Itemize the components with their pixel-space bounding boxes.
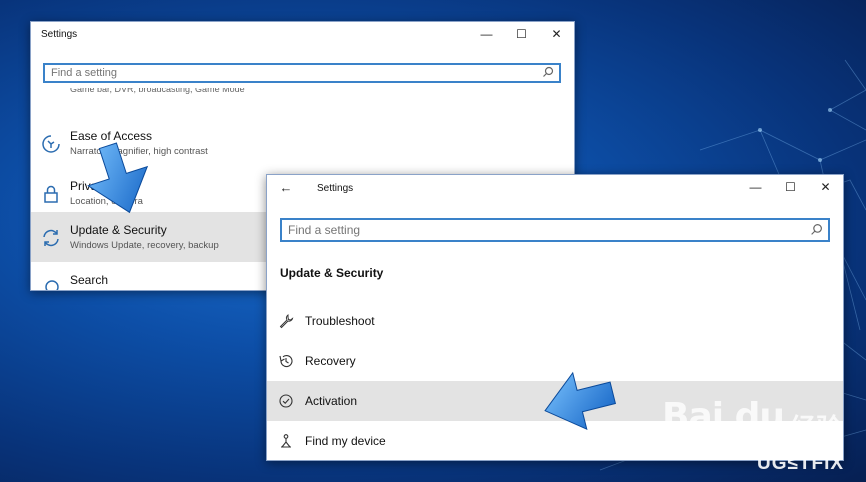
window-title: Settings	[41, 29, 78, 40]
item-label: Update & Security	[70, 223, 167, 237]
maximize-button[interactable]: ☐	[504, 22, 539, 46]
lock-icon	[44, 185, 58, 203]
arrow-down-icon	[87, 142, 149, 214]
check-circle-icon	[279, 394, 293, 408]
arrow-left-icon	[544, 371, 617, 431]
search-icon[interactable]	[810, 223, 823, 236]
ease-of-access-icon	[42, 135, 60, 153]
nav-item-troubleshoot[interactable]: Troubleshoot	[267, 301, 843, 341]
window-controls: — ☐ ✕	[469, 22, 574, 46]
window-title: Settings	[317, 183, 354, 194]
maximize-button[interactable]: ☐	[773, 175, 808, 199]
item-subtitle: Windows Update, recovery, backup	[70, 240, 219, 251]
nav-item-label: Activation	[305, 394, 358, 408]
baidu-watermark-cn: 经验	[790, 413, 843, 443]
person-pin-icon	[281, 434, 291, 448]
search-box[interactable]	[43, 63, 561, 83]
page-title: Update & Security	[280, 266, 384, 280]
close-button[interactable]: ✕	[539, 22, 574, 46]
search-input[interactable]	[51, 66, 488, 80]
search-box[interactable]	[280, 218, 830, 242]
ugetfix-watermark: UG≤TFIX	[757, 453, 845, 474]
minimize-button[interactable]: —	[469, 22, 504, 46]
window-controls: — ☐ ✕	[738, 175, 843, 199]
close-button[interactable]: ✕	[808, 175, 843, 199]
history-icon	[279, 354, 293, 368]
minimize-button[interactable]: —	[738, 175, 773, 199]
nav-item-label: Find my device	[305, 434, 386, 448]
search-icon	[45, 280, 59, 290]
baidu-watermark: Bai du	[662, 396, 785, 437]
search-icon[interactable]	[542, 66, 554, 78]
title-bar: ← Settings — ☐ ✕	[267, 175, 843, 203]
title-bar: Settings — ☐ ✕	[31, 22, 574, 48]
back-button[interactable]: ←	[277, 180, 295, 196]
nav-item-label: Recovery	[305, 354, 356, 368]
search-input[interactable]	[288, 223, 753, 237]
wrench-icon	[279, 314, 294, 329]
item-label: Search	[70, 273, 109, 287]
sync-icon	[43, 229, 59, 247]
partial-item-subtitle: Game bar, DVR, broadcasting, Game Mode	[70, 88, 245, 94]
nav-item-label: Troubleshoot	[305, 314, 375, 328]
